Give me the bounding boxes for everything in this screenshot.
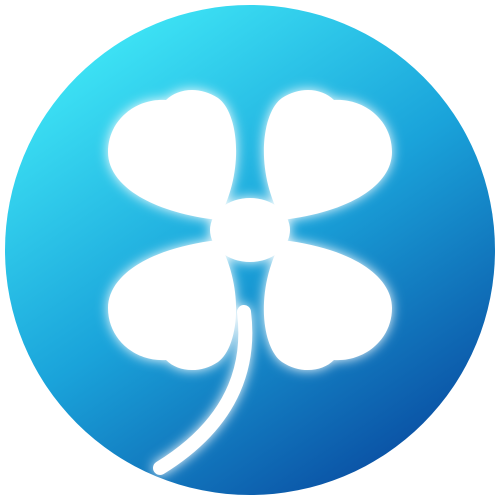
clover-app-logo [5, 5, 495, 495]
clover-center [210, 198, 290, 262]
app-icon-canvas [0, 0, 500, 500]
